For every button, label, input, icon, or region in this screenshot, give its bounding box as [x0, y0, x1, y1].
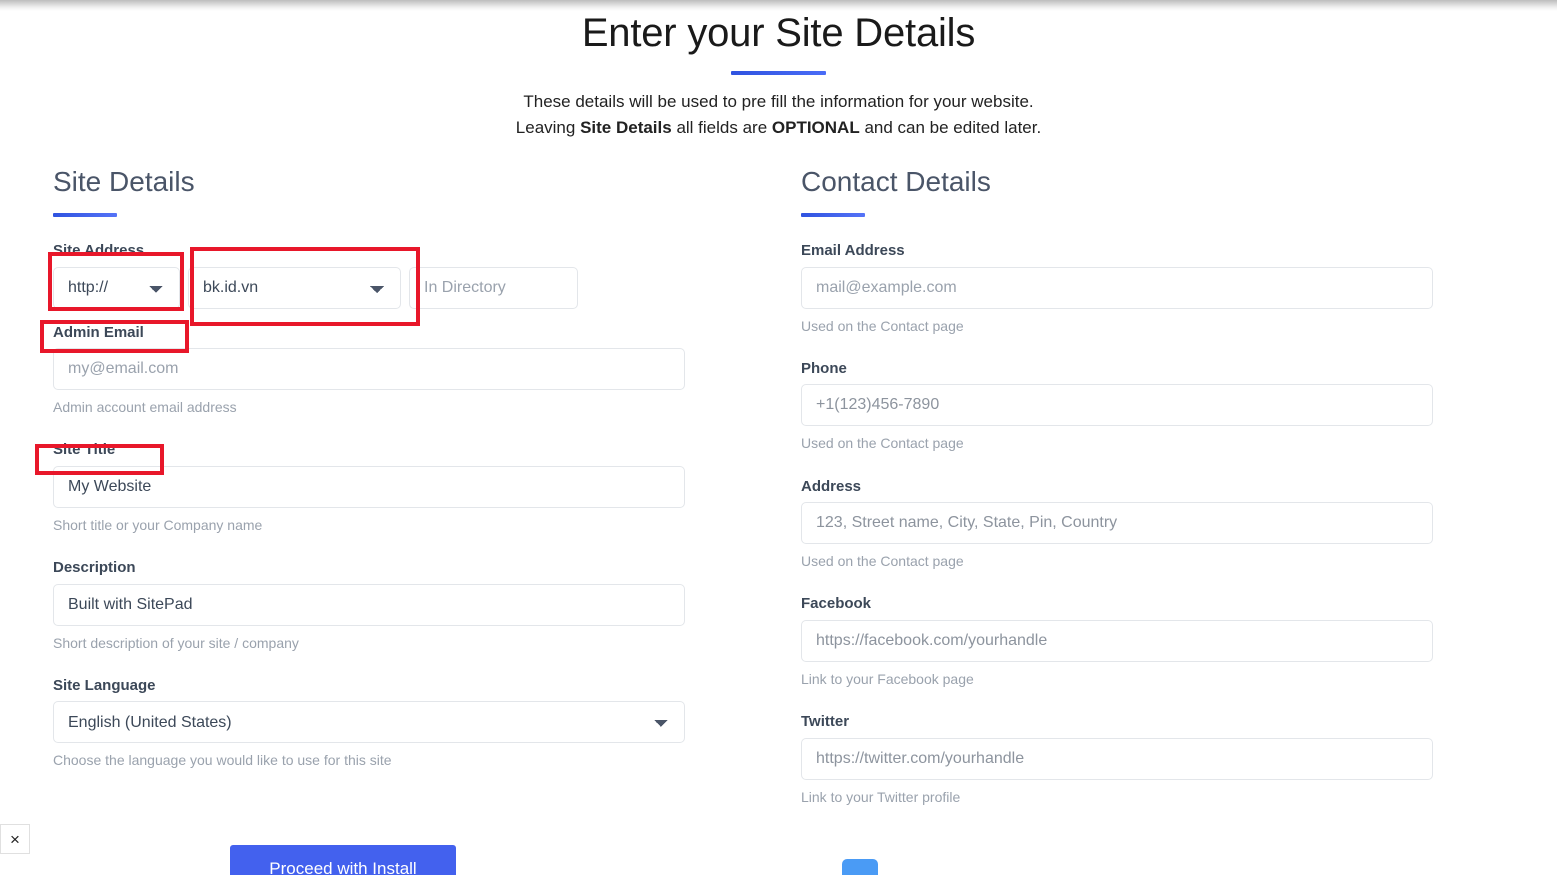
- site-details-column: Site Details Site Address http:// bk.id.…: [0, 165, 790, 806]
- subtitle-pre: Leaving: [515, 118, 581, 138]
- contact-address-label: Address: [801, 477, 862, 495]
- subtitle-line-2: Leaving Site Details all fields are OPTI…: [0, 115, 1557, 141]
- contact-phone-input[interactable]: [801, 384, 1433, 427]
- contact-email-input[interactable]: [801, 266, 1433, 309]
- description-help: Short description of your site / company: [53, 634, 299, 651]
- site-details-fields: Site Address http:// bk.id.vn Admin Emai…: [53, 241, 790, 769]
- contact-phone-label: Phone: [801, 359, 847, 377]
- page-header: Enter your Site Details These details wi…: [0, 0, 1557, 142]
- contact-phone-help: Used on the Contact page: [801, 435, 964, 452]
- subtitle-line-1: These details will be used to pre fill t…: [523, 92, 1034, 111]
- page-subtitle: These details will be used to pre fill t…: [0, 89, 1557, 142]
- site-language-label: Site Language: [53, 676, 156, 694]
- facebook-help: Link to your Facebook page: [801, 670, 974, 687]
- site-language-help: Choose the language you would like to us…: [53, 752, 392, 769]
- description-input[interactable]: [53, 583, 685, 626]
- field-contact-address: Address Used on the Contact page: [801, 477, 1550, 571]
- contact-details-heading: Contact Details: [801, 165, 991, 197]
- install-wizard-page: Enter your Site Details These details wi…: [0, 0, 1557, 875]
- page-title: Enter your Site Details: [581, 11, 976, 55]
- top-shadow-strip: [0, 0, 1557, 11]
- site-details-heading: Site Details: [53, 165, 195, 197]
- field-site-language: Site Language English (United States) Ch…: [53, 676, 790, 770]
- contact-email-help: Used on the Contact page: [801, 317, 964, 334]
- contact-address-help: Used on the Contact page: [801, 553, 964, 570]
- contact-address-input[interactable]: [801, 502, 1433, 545]
- twitter-input[interactable]: [801, 737, 1433, 780]
- facebook-label: Facebook: [801, 595, 872, 613]
- subtitle-post: and can be edited later.: [859, 118, 1042, 138]
- subtitle-bold-site-details: Site Details: [580, 118, 672, 138]
- admin-email-label: Admin Email: [53, 323, 144, 341]
- site-address-label: Site Address: [53, 242, 145, 260]
- domain-select[interactable]: bk.id.vn: [188, 266, 401, 309]
- twitter-label: Twitter: [801, 713, 850, 731]
- description-label: Description: [53, 559, 136, 577]
- field-contact-email: Email Address Used on the Contact page: [801, 241, 1550, 335]
- field-site-title: Site Title Short title or your Company n…: [53, 440, 790, 534]
- site-address-row: http:// bk.id.vn: [53, 266, 790, 309]
- social-icon-chip[interactable]: [842, 859, 878, 875]
- contact-email-label: Email Address: [801, 242, 905, 260]
- contact-details-underline: [801, 213, 865, 218]
- subtitle-mid: all fields are: [671, 118, 772, 138]
- facebook-input[interactable]: [801, 619, 1433, 662]
- field-twitter: Twitter Link to your Twitter profile: [801, 712, 1550, 806]
- admin-email-help: Admin account email address: [53, 399, 237, 416]
- protocol-select[interactable]: http://: [53, 266, 180, 309]
- admin-email-input[interactable]: [53, 348, 685, 391]
- site-title-input[interactable]: [53, 465, 685, 508]
- site-language-select[interactable]: English (United States): [53, 701, 685, 744]
- subtitle-bold-optional: OPTIONAL: [771, 118, 860, 138]
- proceed-with-install-button[interactable]: Proceed with Install: [230, 845, 456, 875]
- close-icon[interactable]: ×: [0, 824, 30, 854]
- field-admin-email: Admin Email Admin account email address: [53, 323, 790, 417]
- site-details-underline: [53, 213, 117, 218]
- site-title-label: Site Title: [53, 441, 116, 459]
- field-contact-phone: Phone Used on the Contact page: [801, 359, 1550, 453]
- in-directory-input[interactable]: [409, 266, 578, 309]
- form-columns: Site Details Site Address http:// bk.id.…: [0, 165, 1557, 806]
- contact-details-column: Contact Details Email Address Used on th…: [790, 165, 1550, 806]
- field-description: Description Short description of your si…: [53, 558, 790, 652]
- twitter-help: Link to your Twitter profile: [801, 788, 961, 805]
- contact-details-fields: Email Address Used on the Contact page P…: [801, 241, 1550, 805]
- page-title-underline: [731, 71, 826, 75]
- field-facebook: Facebook Link to your Facebook page: [801, 594, 1550, 688]
- site-title-help: Short title or your Company name: [53, 516, 263, 533]
- field-site-address: Site Address http:// bk.id.vn: [53, 241, 790, 309]
